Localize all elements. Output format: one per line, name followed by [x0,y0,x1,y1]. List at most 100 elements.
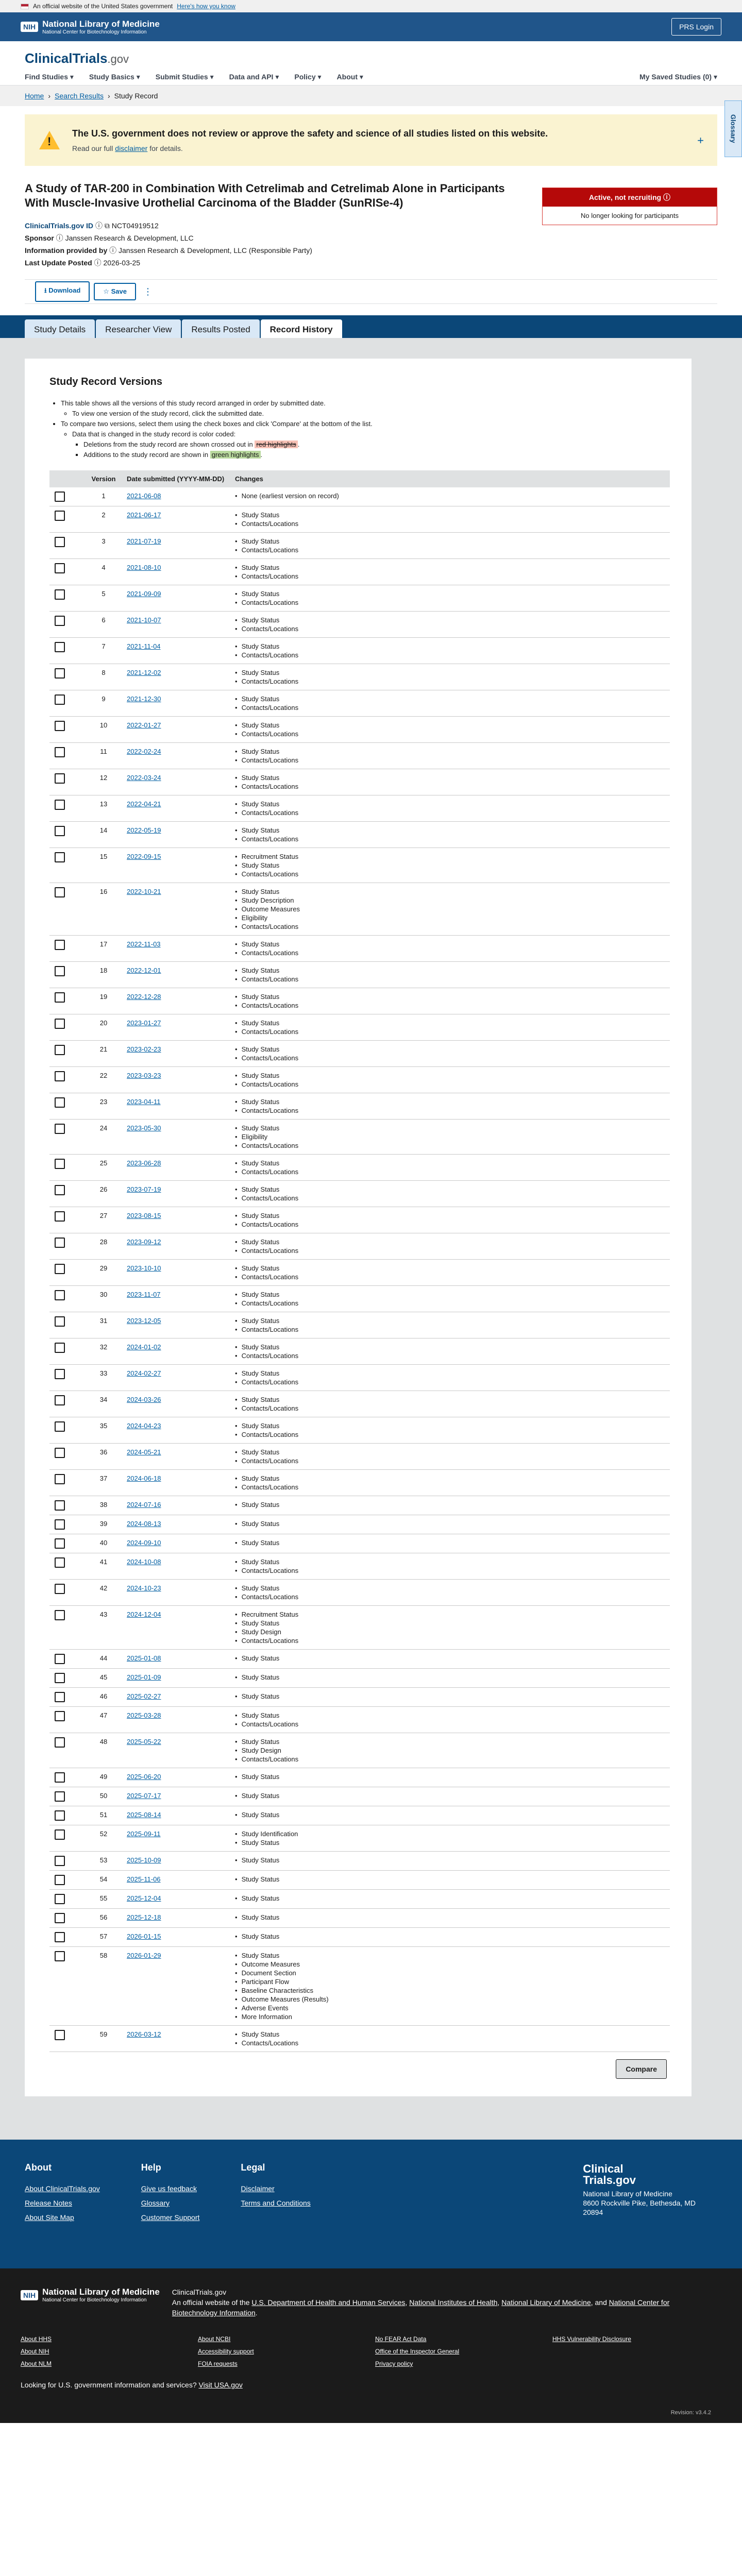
version-checkbox[interactable] [55,1185,65,1195]
version-date-link[interactable]: 2022-12-28 [127,993,161,1001]
nav-study-basics[interactable]: Study Basics ▾ [89,73,140,81]
version-date-link[interactable]: 2023-07-19 [127,1185,161,1193]
hhs-link[interactable]: U.S. Department of Health and Human Serv… [251,2298,405,2307]
version-checkbox[interactable] [55,1238,65,1248]
version-date-link[interactable]: 2025-03-28 [127,1711,161,1719]
nav-submit-studies[interactable]: Submit Studies ▾ [156,73,214,81]
version-date-link[interactable]: 2023-01-27 [127,1019,161,1027]
version-checkbox[interactable] [55,511,65,521]
version-date-link[interactable]: 2021-10-07 [127,616,161,624]
version-date-link[interactable]: 2023-05-30 [127,1124,161,1132]
version-date-link[interactable]: 2023-12-05 [127,1317,161,1325]
version-date-link[interactable]: 2023-04-11 [127,1098,161,1106]
footer-link[interactable]: About NLM [21,2360,198,2367]
version-date-link[interactable]: 2022-01-27 [127,721,161,729]
version-date-link[interactable]: 2022-09-15 [127,853,161,860]
version-checkbox[interactable] [55,492,65,502]
version-checkbox[interactable] [55,2030,65,2040]
version-checkbox[interactable] [55,1448,65,1458]
version-checkbox[interactable] [55,1159,65,1169]
version-date-link[interactable]: 2025-02-27 [127,1692,161,1700]
version-date-link[interactable]: 2025-07-17 [127,1792,161,1800]
version-checkbox[interactable] [55,1932,65,1942]
version-date-link[interactable]: 2021-11-04 [127,642,161,650]
version-date-link[interactable]: 2023-09-12 [127,1238,161,1246]
version-checkbox[interactable] [55,1316,65,1327]
version-date-link[interactable]: 2021-06-08 [127,492,161,500]
version-checkbox[interactable] [55,1097,65,1108]
version-checkbox[interactable] [55,1071,65,1081]
version-checkbox[interactable] [55,1500,65,1511]
version-date-link[interactable]: 2022-10-21 [127,888,161,895]
footer-link[interactable]: No FEAR Act Data [375,2335,552,2343]
nav-data-api[interactable]: Data and API ▾ [229,73,279,81]
info-icon[interactable]: ⓘ [56,234,63,242]
version-checkbox[interactable] [55,1584,65,1594]
footer-link[interactable]: Release Notes [25,2199,100,2207]
version-checkbox[interactable] [55,1421,65,1432]
version-date-link[interactable]: 2022-04-21 [127,800,161,808]
footer-link[interactable]: Disclaimer [241,2184,310,2193]
version-checkbox[interactable] [55,642,65,652]
disclaimer-link[interactable]: disclaimer [115,144,147,152]
tab-record-history[interactable]: Record History [260,319,342,338]
version-checkbox[interactable] [55,1913,65,1923]
version-checkbox[interactable] [55,773,65,784]
version-checkbox[interactable] [55,1045,65,1055]
footer-link[interactable]: FOIA requests [198,2360,375,2367]
version-date-link[interactable]: 2022-05-19 [127,826,161,834]
nlm-logo[interactable]: NIH National Library of Medicine National… [21,19,160,35]
footer-link[interactable]: Customer Support [141,2213,200,2222]
footer-link[interactable] [552,2348,730,2355]
version-checkbox[interactable] [55,1791,65,1802]
version-checkbox[interactable] [55,1369,65,1379]
footer-link[interactable]: Terms and Conditions [241,2199,310,2207]
version-date-link[interactable]: 2025-01-09 [127,1673,161,1681]
info-icon[interactable]: ⓘ [663,193,670,201]
nav-about[interactable]: About ▾ [337,73,363,81]
version-date-link[interactable]: 2025-05-22 [127,1738,161,1745]
version-date-link[interactable]: 2021-09-09 [127,590,161,598]
version-date-link[interactable]: 2025-12-18 [127,1913,161,1921]
version-checkbox[interactable] [55,1856,65,1866]
version-checkbox[interactable] [55,852,65,862]
version-checkbox[interactable] [55,1654,65,1664]
version-checkbox[interactable] [55,992,65,1003]
version-checkbox[interactable] [55,563,65,573]
version-checkbox[interactable] [55,966,65,976]
version-date-link[interactable]: 2025-10-09 [127,1856,161,1864]
version-date-link[interactable]: 2021-08-10 [127,564,161,571]
footer-link[interactable]: About Site Map [25,2213,100,2222]
version-date-link[interactable]: 2026-01-29 [127,1952,161,1959]
version-checkbox[interactable] [55,826,65,836]
save-button[interactable]: ☆ Save [94,283,136,300]
version-date-link[interactable]: 2025-08-14 [127,1811,161,1819]
version-date-link[interactable]: 2024-04-23 [127,1422,161,1430]
version-checkbox[interactable] [55,800,65,810]
version-checkbox[interactable] [55,1124,65,1134]
version-date-link[interactable]: 2023-06-28 [127,1159,161,1167]
version-date-link[interactable]: 2026-01-15 [127,1933,161,1940]
version-date-link[interactable]: 2024-10-23 [127,1584,161,1592]
version-checkbox[interactable] [55,1737,65,1748]
version-date-link[interactable]: 2021-07-19 [127,537,161,545]
tab-researcher-view[interactable]: Researcher View [96,319,181,338]
version-checkbox[interactable] [55,537,65,547]
version-date-link[interactable]: 2022-11-03 [127,940,161,948]
version-date-link[interactable]: 2021-06-17 [127,511,161,519]
version-date-link[interactable]: 2022-12-01 [127,967,161,974]
footer-link[interactable]: Give us feedback [141,2184,200,2193]
version-date-link[interactable]: 2024-08-13 [127,1520,161,1528]
version-checkbox[interactable] [55,887,65,897]
version-checkbox[interactable] [55,1343,65,1353]
info-icon[interactable]: ⓘ [95,222,103,230]
footer-link[interactable]: Privacy policy [375,2360,552,2367]
nav-policy[interactable]: Policy ▾ [294,73,321,81]
version-checkbox[interactable] [55,1474,65,1484]
version-date-link[interactable]: 2023-11-07 [127,1291,161,1298]
more-options-icon[interactable]: ⋮ [143,286,153,297]
footer-link[interactable]: Accessibility support [198,2348,375,2355]
version-date-link[interactable]: 2024-05-21 [127,1448,161,1456]
expand-icon[interactable]: + [697,134,704,147]
footer-link[interactable]: About NCBI [198,2335,375,2343]
